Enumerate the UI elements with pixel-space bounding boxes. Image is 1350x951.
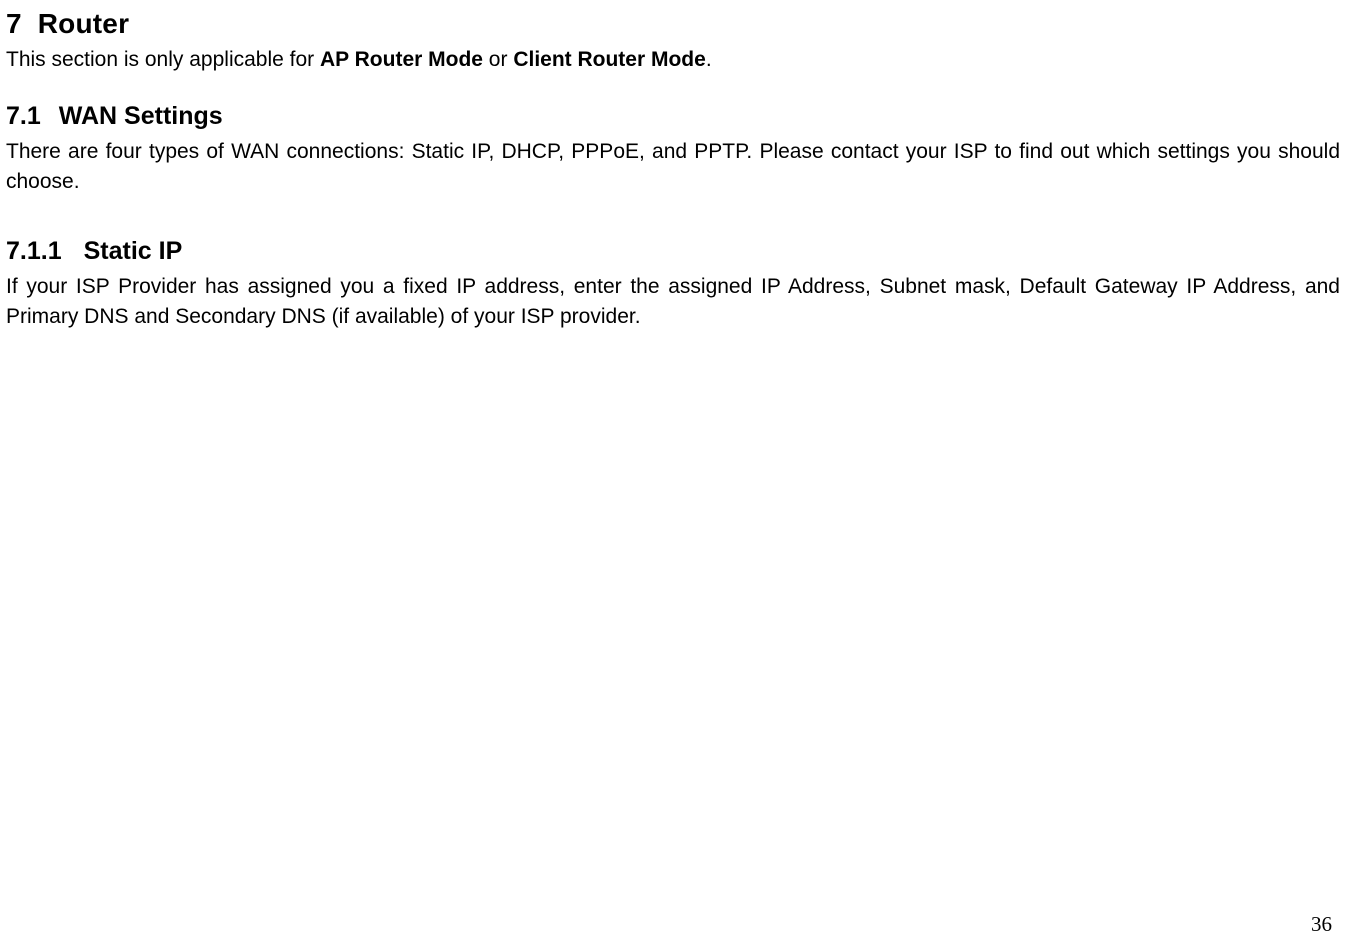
subsection-heading: 7.1 WAN Settings xyxy=(6,102,1340,131)
subsection-title: WAN Settings xyxy=(59,102,223,130)
section-intro: This section is only applicable for AP R… xyxy=(6,46,1340,74)
subsubsection-title: Static IP xyxy=(84,237,183,265)
subsection-body: There are four types of WAN connections:… xyxy=(6,137,1340,197)
section-heading: 7 Router xyxy=(6,8,1340,40)
section-title: Router xyxy=(38,8,129,39)
intro-bold-ap-router-mode: AP Router Mode xyxy=(320,48,483,71)
subsection-number: 7.1 xyxy=(6,102,41,131)
page-number: 36 xyxy=(1311,912,1332,937)
section-number: 7 xyxy=(6,8,22,39)
subsubsection-heading: 7.1.1 Static IP xyxy=(6,237,1340,266)
subsubsection-number: 7.1.1 xyxy=(6,237,62,266)
intro-bold-client-router-mode: Client Router Mode xyxy=(513,48,706,71)
intro-text-mid: or xyxy=(483,48,513,71)
subsubsection-body: If your ISP Provider has assigned you a … xyxy=(6,272,1340,332)
intro-text-after: . xyxy=(706,48,712,71)
intro-text: This section is only applicable for xyxy=(6,48,320,71)
